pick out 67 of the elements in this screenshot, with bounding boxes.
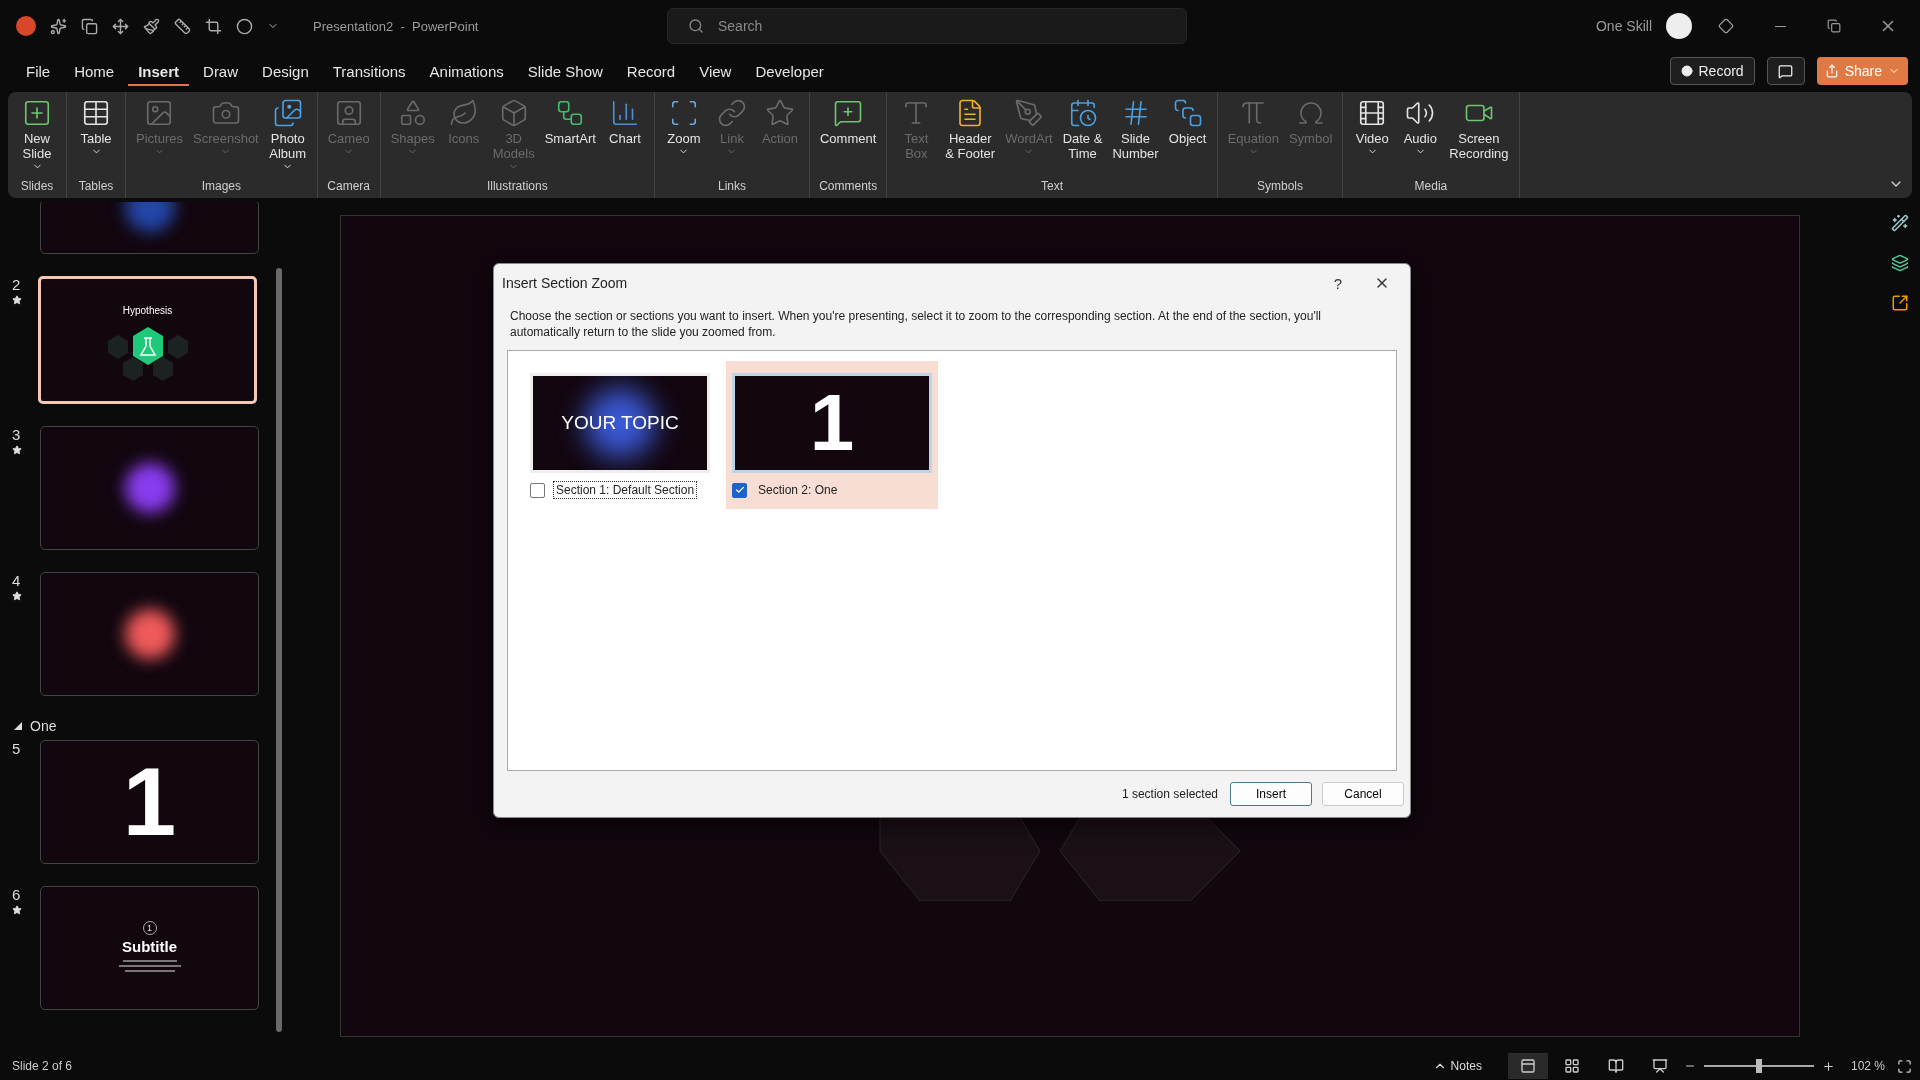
user-name[interactable]: One Skill xyxy=(1595,18,1652,34)
ribbon-button[interactable]: SmartArt xyxy=(540,96,600,179)
zoom-level[interactable]: 102 % xyxy=(1850,1059,1885,1073)
group-label: Slides xyxy=(20,179,54,195)
group-label: Illustrations xyxy=(486,179,548,195)
search-field[interactable]: Search xyxy=(667,8,1187,44)
group-label: Comments xyxy=(819,179,878,195)
group-label: Text xyxy=(1040,179,1063,195)
window-title: Presentation2 - PowerPoint xyxy=(313,18,480,34)
slide-number: 3 xyxy=(12,426,21,443)
group-label: Links xyxy=(717,179,746,195)
notes-button[interactable]: Notes xyxy=(1426,1058,1488,1074)
ribbon-button[interactable]: Date & Time xyxy=(1058,96,1107,179)
dialog-title: Insert Section Zoom xyxy=(502,275,629,291)
section-label: Section 1: Default Section xyxy=(553,481,698,499)
menu-tab[interactable]: View xyxy=(689,56,742,86)
ribbon-button[interactable]: Zoom xyxy=(660,96,707,179)
slide-number: 2 xyxy=(12,276,21,293)
section-label: Section 2: One xyxy=(757,482,839,499)
ribbon-button[interactable]: Photo Album xyxy=(264,96,311,179)
slide-numeral: 1 xyxy=(122,754,177,850)
group-label: Tables xyxy=(78,179,114,195)
slide-number: 5 xyxy=(12,740,21,757)
slide-thumbnail[interactable]: 1 Subtitle xyxy=(40,886,259,1010)
menu-tab[interactable]: Transitions xyxy=(322,56,416,86)
slide-thumbnail[interactable]: 1 xyxy=(40,740,259,864)
ribbon-button[interactable]: Table xyxy=(73,96,119,179)
ribbon-button[interactable]: Video xyxy=(1349,96,1396,179)
slide-number: 6 xyxy=(12,886,21,903)
cancel-button[interactable]: Cancel xyxy=(1322,782,1404,806)
slide-thumbnail[interactable]: Hypothesis xyxy=(38,276,257,404)
ribbon-button[interactable]: Object xyxy=(1164,96,1211,179)
menu-tab[interactable]: Record xyxy=(616,56,686,86)
ribbon-button[interactable]: Slide Number xyxy=(1108,96,1163,179)
menu-tab[interactable]: Draw xyxy=(193,56,249,86)
menu-tab[interactable]: Developer xyxy=(745,56,834,86)
section-item[interactable]: 1 Section 2: One xyxy=(726,361,938,509)
group-label: Images xyxy=(201,179,242,195)
section-item[interactable]: YOUR TOPIC Section 1: Default Section xyxy=(528,361,712,509)
ribbon-button[interactable]: Audio xyxy=(1397,96,1444,179)
slide-title: Hypothesis xyxy=(122,305,173,316)
menu-tab[interactable]: Animations xyxy=(419,56,514,86)
group-label: Camera xyxy=(327,179,371,195)
section-title: One xyxy=(30,718,57,734)
section-preview: YOUR TOPIC xyxy=(530,373,710,473)
section-preview: 1 xyxy=(732,373,932,473)
menu-tab[interactable]: Home xyxy=(64,56,125,86)
group-label: Media xyxy=(1414,179,1448,195)
group-label: Symbols xyxy=(1256,179,1303,195)
ribbon-button[interactable]: New Slide xyxy=(14,96,60,179)
slide-number: 4 xyxy=(12,572,21,589)
dialog-description: Choose the section or sections you want to insert. When you're presenting, select it to zoom to the corresponding section. At the end of the section, you'll automatically return to the slide you zoomed from. xyxy=(510,308,1323,340)
ribbon-button[interactable]: Chart xyxy=(601,96,648,179)
help-button[interactable]: ? xyxy=(1316,268,1360,298)
slide-title: Subtitle xyxy=(122,937,177,955)
ribbon-button[interactable]: Header & Footer xyxy=(941,96,1000,179)
menu-tab[interactable]: Slide Show xyxy=(517,56,613,86)
ribbon-button[interactable]: Screen Recording xyxy=(1445,96,1513,179)
ribbon-button[interactable]: Comment xyxy=(815,96,881,179)
menu-tab[interactable]: File xyxy=(16,56,61,86)
insert-button[interactable]: Insert xyxy=(1230,782,1312,806)
slide-counter: Slide 2 of 6 xyxy=(12,1059,73,1073)
menu-tab[interactable]: Design xyxy=(252,56,319,86)
menu-tab[interactable]: Insert xyxy=(128,56,190,86)
search-input[interactable]: Search xyxy=(716,17,1166,35)
record-button[interactable]: Record xyxy=(1669,57,1755,85)
selection-count: 1 section selected xyxy=(1121,787,1218,801)
